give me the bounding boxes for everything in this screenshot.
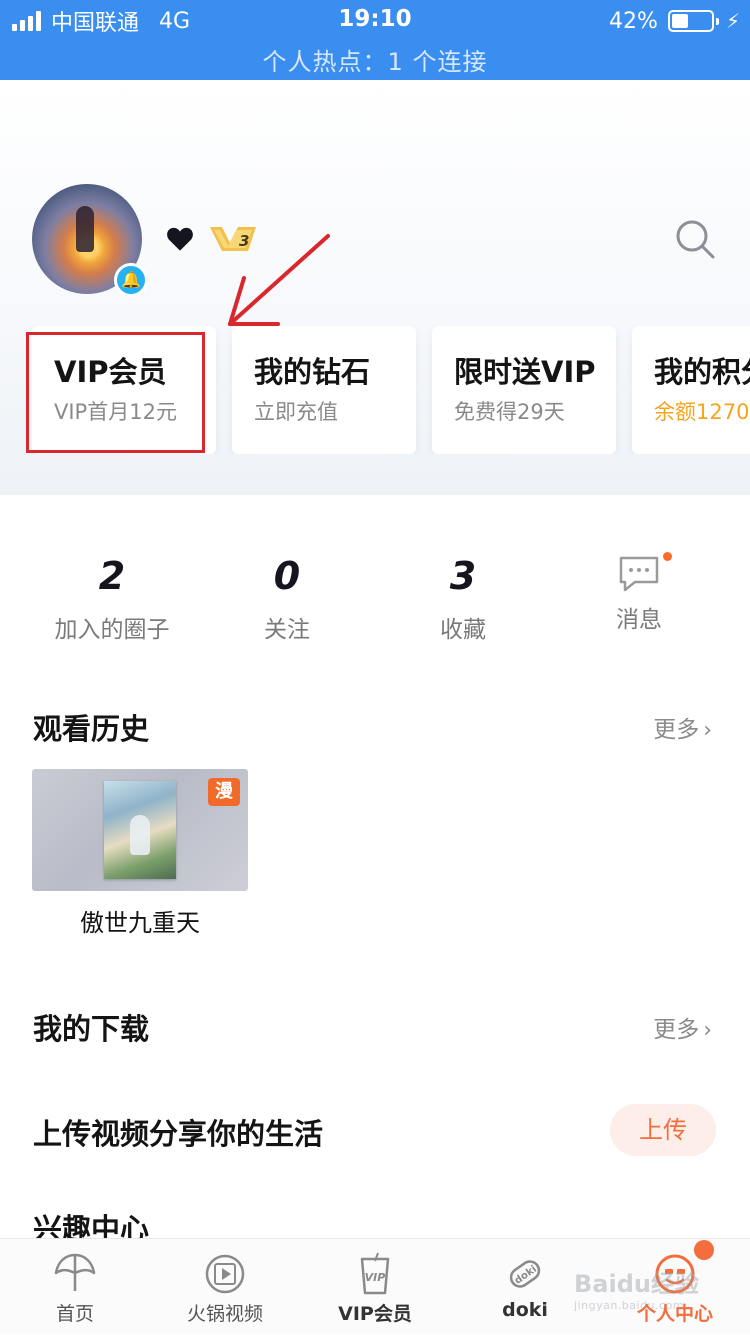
card-subtitle: 余额1270 [654, 400, 750, 424]
tab-home[interactable]: 首页 [0, 1239, 150, 1335]
more-label: 更多 [653, 717, 700, 743]
battery-cap [715, 18, 719, 25]
tab-label: 火锅视频 [186, 1303, 263, 1325]
stats-row: 2 加入的圈子 0 关注 3 收藏 消息 [0, 548, 750, 648]
history-item-thumbnail[interactable]: 漫 [32, 769, 248, 891]
history-more-link[interactable]: 更多 › [653, 710, 712, 744]
stat-messages[interactable]: 消息 [551, 548, 727, 634]
red-arrow-annotation [228, 234, 330, 326]
status-bar: 中国联通 4G 19:10 42% ⚡ 个人热点：1 个连接 [0, 0, 750, 80]
hotspot-banner[interactable]: 个人热点：1 个连接 [0, 42, 750, 77]
stat-label: 收藏 [440, 617, 486, 643]
stat-count: 0 [273, 554, 301, 598]
message-icon [619, 556, 659, 592]
stat-count: 3 [449, 554, 477, 598]
chevron-right-icon: › [703, 1018, 712, 1043]
battery-percent: 42% [609, 8, 658, 34]
manga-badge: 漫 [208, 778, 240, 806]
battery-fill [671, 14, 688, 28]
tab-vip-member[interactable]: VIP VIP会员 [300, 1239, 450, 1335]
card-subtitle: 立即充值 [254, 400, 338, 424]
stat-label: 加入的圈子 [54, 617, 170, 643]
stat-favorites[interactable]: 3 收藏 [375, 548, 551, 644]
notification-dot [694, 1240, 714, 1260]
downloads-more-link[interactable]: 更多 › [653, 1010, 712, 1044]
upload-button[interactable]: 上传 [610, 1104, 716, 1156]
tab-label: VIP会员 [338, 1303, 412, 1325]
charging-bolt-icon: ⚡ [725, 9, 740, 33]
more-label: 更多 [653, 1017, 700, 1043]
stat-count: 2 [98, 554, 126, 598]
heart-icon[interactable] [166, 226, 194, 252]
card-subtitle: 免费得29天 [454, 400, 565, 424]
unread-dot [663, 552, 672, 561]
upload-section-title: 上传视频分享你的生活 [33, 1117, 324, 1151]
video-reel-icon [205, 1254, 245, 1294]
stat-label: 消息 [616, 607, 662, 633]
watermark-logo: Baidu经验 [574, 1270, 699, 1298]
card-limited-vip[interactable]: 限时送VIP 免费得29天 [432, 326, 616, 454]
tab-hotpot-video[interactable]: 火锅视频 [150, 1239, 300, 1335]
history-section-title: 观看历史 [33, 712, 150, 746]
cover-image [104, 781, 176, 879]
chevron-right-icon: › [703, 718, 712, 743]
vip-cup-text: VIP [365, 1271, 386, 1284]
search-icon[interactable] [674, 218, 716, 260]
highlight-box-annotation [26, 332, 205, 453]
downloads-section-title[interactable]: 我的下载 [33, 1006, 149, 1048]
qq-badge-icon: 🔔 [114, 263, 148, 297]
stat-label: 关注 [264, 617, 310, 643]
stat-following[interactable]: 0 关注 [199, 548, 375, 644]
stat-circles[interactable]: 2 加入的圈子 [24, 548, 200, 644]
history-item-title[interactable]: 傲世九重天 [32, 903, 248, 938]
card-my-diamonds[interactable]: 我的钻石 立即充值 [232, 326, 416, 454]
card-title: 我的积分 [654, 355, 750, 389]
vip-cup-icon: VIP [360, 1252, 390, 1295]
watermark-url: jingyan.baidu.com [574, 1299, 685, 1312]
card-title: 限时送VIP [454, 355, 596, 389]
umbrella-icon [54, 1253, 96, 1291]
doki-icon: doki [509, 1260, 541, 1288]
battery-icon [667, 10, 719, 32]
tab-label: 首页 [55, 1303, 94, 1325]
status-right: 42% ⚡ [609, 6, 740, 36]
card-title: 我的钻石 [254, 355, 371, 389]
card-my-points[interactable]: 我的积分 余额1270 [632, 326, 750, 454]
baidu-watermark: Baidu经验 jingyan.baidu.com [574, 1264, 724, 1324]
